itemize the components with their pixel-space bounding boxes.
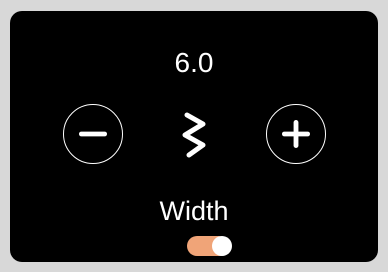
width-toggle[interactable] [187, 236, 232, 256]
plus-icon [281, 119, 311, 149]
minus-icon [78, 131, 108, 137]
width-control-panel: 6.0 Width [10, 11, 378, 262]
increase-width-button[interactable] [266, 104, 326, 164]
toggle-knob [212, 236, 232, 256]
width-value: 6.0 [174, 47, 214, 78]
width-label: Width [159, 196, 229, 226]
decrease-width-button[interactable] [63, 104, 123, 164]
zigzag-stitch-icon [182, 112, 206, 158]
